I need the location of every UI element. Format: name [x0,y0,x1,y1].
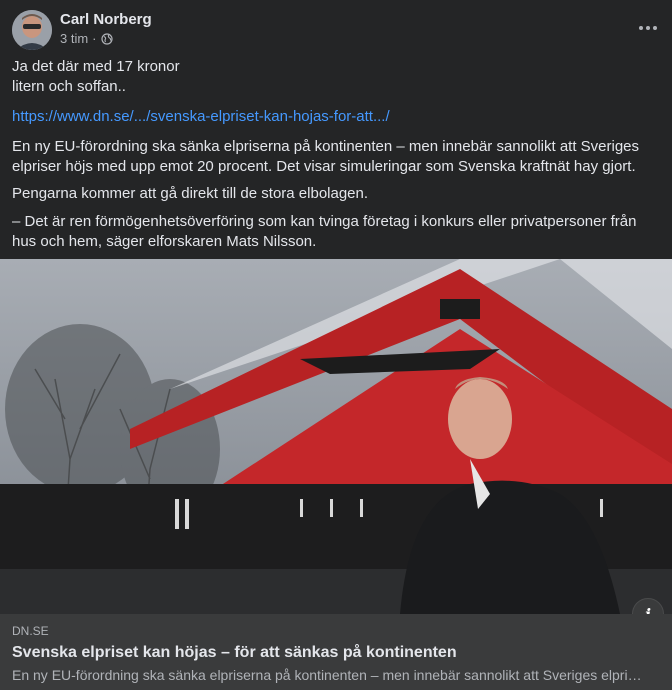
post-card: Carl Norberg 3 tim · Ja det där med 17 k… [0,0,672,690]
article-image[interactable] [0,259,672,614]
preview-title[interactable]: Svenska elpriset kan höjas – för att sän… [12,644,457,662]
post-meta: 3 tim · [60,31,113,46]
more-options-icon[interactable] [636,16,660,40]
post-text-line-2: litern och soffan.. [12,78,126,95]
post-header: Carl Norberg 3 tim · [12,10,660,50]
link-preview[interactable]: DN.SE Svenska elpriset kan höjas – för a… [0,614,672,690]
meta-separator: · [92,31,97,46]
preview-domain: DN.SE [12,624,49,638]
post-time[interactable]: 3 tim [60,31,88,46]
author-avatar[interactable] [12,10,52,50]
preview-description: En ny EU-förordning ska sänka elpriserna… [12,667,648,683]
post-paragraph-2: Pengarna kommer att gå direkt till de st… [12,185,369,202]
author-name[interactable]: Carl Norberg [60,11,152,28]
post-body: Ja det där med 17 kronor litern och soff… [12,57,660,260]
post-text-line-1: Ja det där med 17 kronor [12,58,180,75]
post-paragraph-3: – Det är ren förmögenhetsöverföring som … [12,213,637,250]
article-link[interactable]: https://www.dn.se/.../svenska-elpriset-k… [12,108,390,125]
post-paragraph-1: En ny EU-förordning ska sänka elpriserna… [12,138,640,175]
globe-icon [100,32,113,45]
